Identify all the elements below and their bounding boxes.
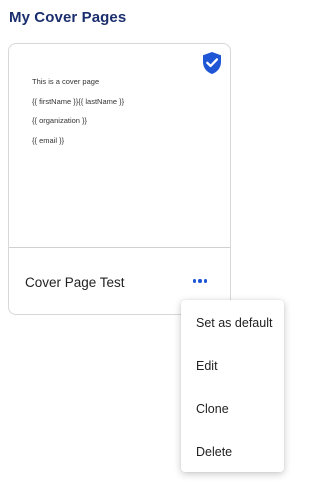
menu-item-clone[interactable]: Clone (181, 394, 284, 424)
shield-check-icon (203, 52, 221, 74)
section-title: My Cover Pages (9, 9, 127, 26)
menu-item-edit[interactable]: Edit (181, 351, 284, 381)
cover-page-name: Cover Page Test (25, 275, 125, 290)
cover-page-preview[interactable]: This is a cover page {{ firstName }}{{ l… (9, 44, 230, 248)
more-horizontal-icon (192, 279, 197, 283)
more-options-button[interactable] (188, 270, 212, 292)
menu-item-set-as-default[interactable]: Set as default (181, 308, 284, 338)
preview-line: {{ firstName }}{{ lastName }} (32, 97, 125, 106)
card-options-menu: Set as default Edit Clone Delete (181, 300, 284, 472)
preview-line: This is a cover page (32, 77, 100, 86)
card-divider (9, 247, 230, 248)
preview-line: {{ email }} (32, 136, 65, 145)
more-horizontal-icon (203, 279, 208, 283)
more-horizontal-icon (198, 279, 202, 283)
menu-item-delete[interactable]: Delete (181, 437, 284, 467)
cover-page-card[interactable]: This is a cover page {{ firstName }}{{ l… (8, 43, 231, 315)
cover-pages-screen: My Cover Pages This is a cover page {{ f… (0, 0, 295, 486)
preview-line: {{ organization }} (32, 116, 88, 125)
